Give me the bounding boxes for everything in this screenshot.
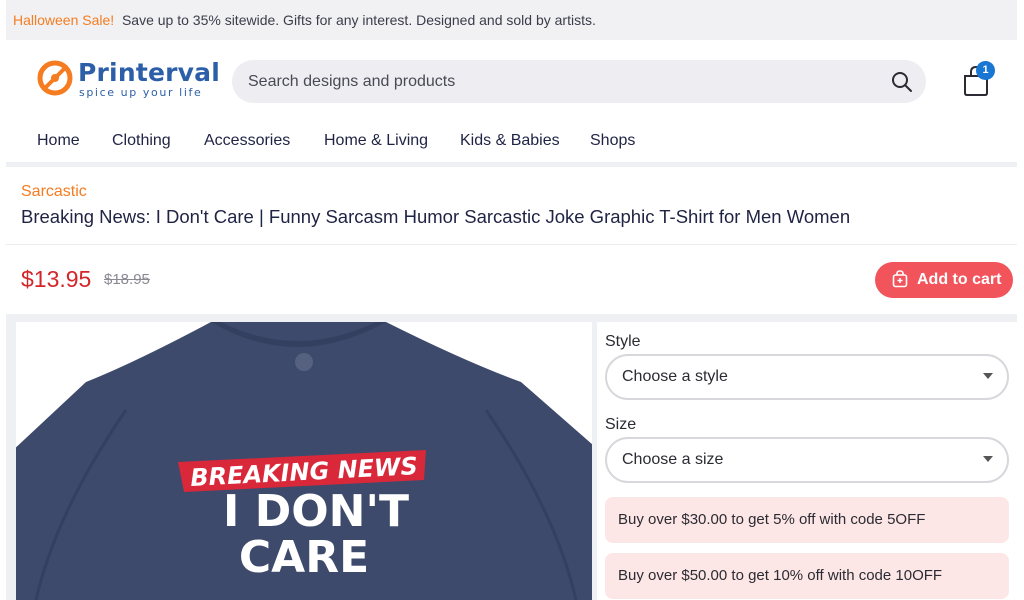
chevron-down-icon bbox=[983, 373, 993, 379]
search-icon[interactable] bbox=[890, 70, 914, 94]
style-select[interactable]: Choose a style bbox=[605, 354, 1009, 400]
size-label: Size bbox=[605, 416, 637, 433]
search-input[interactable] bbox=[248, 60, 868, 103]
logo-brand: Printerval bbox=[78, 58, 220, 87]
size-select[interactable]: Choose a size bbox=[605, 437, 1009, 483]
product-title: Breaking News: I Don't Care | Funny Sarc… bbox=[21, 206, 851, 227]
style-label: Style bbox=[605, 333, 641, 350]
bag-plus-icon bbox=[892, 270, 908, 288]
offer-box: Buy over $50.00 to get 10% off with code… bbox=[605, 553, 1009, 599]
promo-highlight[interactable]: Halloween Sale! bbox=[13, 12, 114, 28]
nav-item-shops[interactable]: Shops bbox=[590, 132, 635, 150]
nav-item-clothing[interactable]: Clothing bbox=[112, 132, 171, 150]
cart-button[interactable]: 1 bbox=[960, 61, 996, 98]
logo-tagline: spice up your life bbox=[79, 86, 203, 99]
main-nav: Home Clothing Accessories Home & Living … bbox=[0, 122, 1024, 162]
nav-item-home-living[interactable]: Home & Living bbox=[324, 132, 428, 150]
tshirt-image: BREAKING NEWS I DON'T CARE bbox=[16, 322, 592, 600]
chevron-down-icon bbox=[983, 456, 993, 462]
site-header: Printerval spice up your life 1 bbox=[0, 40, 1024, 122]
search-bar bbox=[232, 60, 926, 103]
product-image[interactable]: BREAKING NEWS I DON'T CARE bbox=[16, 322, 592, 600]
offer-box: Buy over $30.00 to get 5% off with code … bbox=[605, 497, 1009, 543]
nav-item-accessories[interactable]: Accessories bbox=[204, 132, 290, 150]
promo-text: Save up to 35% sitewide. Gifts for any i… bbox=[121, 12, 596, 28]
title-divider bbox=[6, 244, 1017, 245]
logo-mark-icon bbox=[37, 60, 73, 96]
shirt-line1-text: I DON'T bbox=[223, 486, 409, 537]
cart-count-badge: 1 bbox=[976, 61, 995, 80]
product-price: $13.95 bbox=[21, 266, 92, 292]
add-to-cart-button[interactable]: Add to cart bbox=[875, 262, 1013, 298]
nav-item-home[interactable]: Home bbox=[37, 132, 80, 150]
nav-divider bbox=[6, 162, 1017, 167]
size-select-value: Choose a size bbox=[622, 451, 724, 468]
nav-item-kids-babies[interactable]: Kids & Babies bbox=[460, 132, 560, 150]
product-old-price: $18.95 bbox=[104, 271, 150, 288]
site-logo[interactable]: Printerval spice up your life bbox=[36, 56, 220, 100]
style-select-value: Choose a style bbox=[622, 368, 728, 385]
product-category-link[interactable]: Sarcastic bbox=[21, 183, 87, 201]
shirt-line2-text: CARE bbox=[239, 532, 369, 583]
add-to-cart-label: Add to cart bbox=[917, 271, 1002, 288]
promo-bar: Halloween Sale! Save up to 35% sitewide.… bbox=[6, 0, 1017, 40]
